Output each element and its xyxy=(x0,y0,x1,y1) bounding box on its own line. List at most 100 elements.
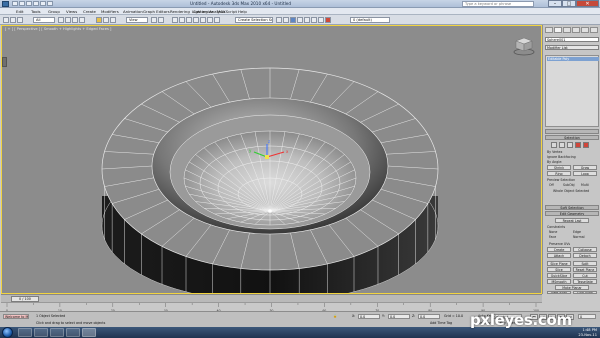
menu-views[interactable]: Views xyxy=(66,9,77,14)
spinner-snap-icon[interactable] xyxy=(193,17,199,23)
taskbar-browser-icon[interactable] xyxy=(34,328,48,337)
stack-item-editable-poly[interactable]: Editable Poly xyxy=(547,57,599,61)
slice-button[interactable]: Slice xyxy=(547,267,571,272)
viewport-label[interactable]: [ + ] [ Perspective ] [ Smooth + Highlig… xyxy=(5,27,111,31)
select-by-name-icon[interactable] xyxy=(65,17,71,23)
reset-plane-button[interactable]: Reset Plane xyxy=(573,267,597,272)
create-button[interactable]: Create xyxy=(547,247,571,252)
material-editor-icon[interactable] xyxy=(304,17,310,23)
by-angle-checkbox[interactable]: By Angle: xyxy=(547,160,562,164)
menu-help[interactable]: Help xyxy=(238,9,247,14)
named-selection-set-input[interactable]: Create Selection Se xyxy=(235,17,273,23)
taskbar-media-icon[interactable] xyxy=(50,328,64,337)
attach-button[interactable]: Attach xyxy=(547,253,571,258)
schematic-view-icon[interactable] xyxy=(297,17,303,23)
menu-maxscript[interactable]: MAXScript xyxy=(217,9,237,14)
menu-rendering[interactable]: Rendering xyxy=(170,9,190,14)
bind-space-warp-icon[interactable] xyxy=(17,17,23,23)
menu-graph-editors[interactable]: Graph Editors xyxy=(143,9,170,14)
msmooth-button[interactable]: MSmooth xyxy=(547,279,571,284)
rectangular-selection-icon[interactable] xyxy=(72,17,78,23)
window-crossing-icon[interactable] xyxy=(79,17,85,23)
menu-edit[interactable]: Edit xyxy=(16,9,24,14)
snaps-toggle-icon[interactable] xyxy=(172,17,178,23)
viewport-menu-icon[interactable] xyxy=(2,57,7,67)
taskbar-explorer-icon[interactable] xyxy=(18,328,32,337)
save-file-icon[interactable] xyxy=(26,1,32,6)
viewcube-icon[interactable] xyxy=(513,36,535,56)
modifier-stack[interactable]: Editable Poly xyxy=(545,55,599,127)
maximize-button[interactable]: □ xyxy=(562,0,576,7)
constraint-normal-radio[interactable]: Normal xyxy=(573,235,585,239)
time-slider[interactable]: 0 / 100 xyxy=(1,294,542,302)
modify-tab-icon[interactable] xyxy=(554,27,562,33)
by-vertex-checkbox[interactable]: By Vertex xyxy=(547,150,562,154)
ring-button[interactable]: Ring xyxy=(547,171,571,176)
taskbar-photoshop-icon[interactable] xyxy=(66,328,80,337)
split-button[interactable]: Split xyxy=(573,261,597,266)
constraint-edge-radio[interactable]: Edge xyxy=(573,230,581,234)
render-setup-icon[interactable] xyxy=(311,17,317,23)
shrink-button[interactable]: Shrink xyxy=(547,165,571,170)
layer-dropdown[interactable]: 0 (default) xyxy=(350,17,390,23)
x-coordinate-field[interactable]: 0.0 xyxy=(358,314,380,319)
lock-icon[interactable]: 🔒 xyxy=(333,314,337,318)
hierarchy-tab-icon[interactable] xyxy=(563,27,571,33)
scene-canvas[interactable]: x y z xyxy=(2,26,542,294)
angle-snap-icon[interactable] xyxy=(179,17,185,23)
selection-filter-dropdown[interactable]: All xyxy=(33,17,55,23)
utilities-tab-icon[interactable] xyxy=(590,27,598,33)
minimize-button[interactable]: – xyxy=(548,0,562,7)
curve-editor-icon[interactable] xyxy=(290,17,296,23)
preview-subobj-radio[interactable]: SubObj xyxy=(563,183,575,187)
quickslice-button[interactable]: QuickSlice xyxy=(547,273,571,278)
time-tag-button[interactable]: Add Time Tag xyxy=(430,321,452,325)
constraint-none-radio[interactable]: None xyxy=(549,230,557,234)
edit-geometry-rollout-header[interactable]: Edit Geometry xyxy=(545,211,599,216)
close-button[interactable]: ✕ xyxy=(576,0,599,7)
undo-icon[interactable] xyxy=(33,1,39,6)
y-coordinate-field[interactable]: 0.0 xyxy=(388,314,410,319)
menu-tools[interactable]: Tools xyxy=(31,9,41,14)
select-and-manipulate-icon[interactable] xyxy=(158,17,164,23)
motion-tab-icon[interactable] xyxy=(572,27,580,33)
menu-modifiers[interactable]: Modifiers xyxy=(101,9,119,14)
maxscript-listener[interactable]: Welcome to M xyxy=(3,314,29,319)
select-and-move-icon[interactable] xyxy=(96,17,102,23)
percent-snap-icon[interactable] xyxy=(186,17,192,23)
pivot-center-icon[interactable] xyxy=(151,17,157,23)
view-align-button[interactable]: View Align xyxy=(547,291,571,294)
vertex-mode-icon[interactable] xyxy=(551,142,557,148)
repeat-last-button[interactable]: Repeat Last xyxy=(555,218,589,223)
system-clock[interactable]: 1:48 PM 23-Nov-11 xyxy=(578,328,597,337)
select-object-icon[interactable] xyxy=(58,17,64,23)
perspective-viewport[interactable]: x y z [ + ] [ Perspective ] [ Smooth + H… xyxy=(1,25,542,294)
grid-align-button[interactable]: Grid Align xyxy=(573,291,597,294)
open-file-icon[interactable] xyxy=(19,1,25,6)
render-production-icon[interactable] xyxy=(325,17,331,23)
modifier-list-dropdown[interactable]: Modifier List xyxy=(545,45,599,50)
taskbar-3dsmax-icon[interactable] xyxy=(82,328,96,337)
border-mode-icon[interactable] xyxy=(567,142,573,148)
app-logo-icon[interactable] xyxy=(2,1,9,7)
ignore-backfacing-checkbox[interactable]: Ignore Backfacing xyxy=(547,155,576,159)
slice-plane-button[interactable]: Slice Plane xyxy=(547,261,571,266)
create-tab-icon[interactable] xyxy=(545,27,553,33)
reference-coordinate-dropdown[interactable]: View xyxy=(126,17,148,23)
cut-button[interactable]: Cut xyxy=(573,273,597,278)
unlink-icon[interactable] xyxy=(10,17,16,23)
select-and-rotate-icon[interactable] xyxy=(103,17,109,23)
make-planar-button[interactable]: Make Planar xyxy=(555,285,589,290)
layer-manager-icon[interactable] xyxy=(276,17,282,23)
menu-animation[interactable]: Animation xyxy=(123,9,143,14)
menu-create[interactable]: Create xyxy=(83,9,96,14)
constraint-face-radio[interactable]: Face xyxy=(549,235,556,239)
object-name-field[interactable]: Sphere001 xyxy=(545,37,599,42)
element-mode-icon[interactable] xyxy=(583,142,589,148)
track-bar[interactable]: 0102030405060708090100 xyxy=(1,302,542,312)
graphite-tools-icon[interactable] xyxy=(283,17,289,23)
soft-selection-rollout-header[interactable]: Soft Selection xyxy=(545,205,599,210)
project-folder-icon[interactable] xyxy=(47,1,53,6)
start-button-icon[interactable] xyxy=(2,327,13,338)
current-frame-field[interactable]: 0 xyxy=(578,314,596,319)
